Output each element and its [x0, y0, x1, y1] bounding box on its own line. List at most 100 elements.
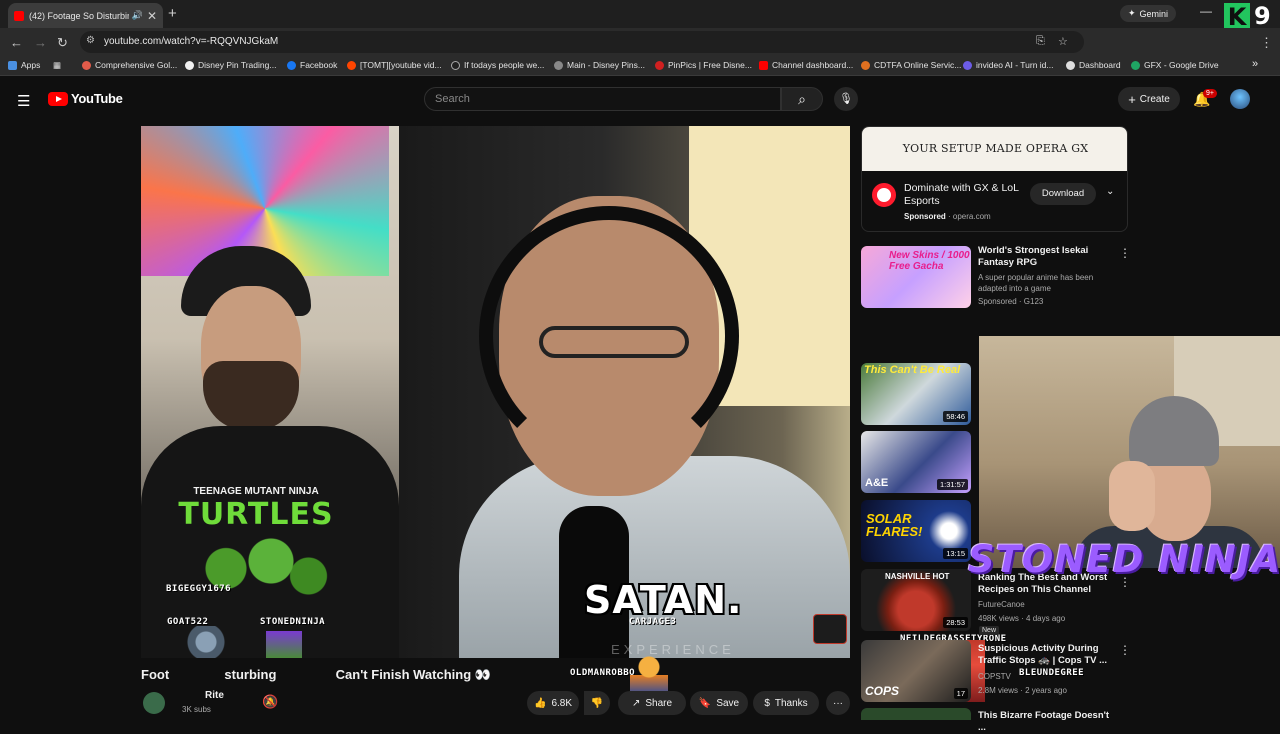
search-icon: ⌕: [798, 91, 806, 107]
notification-count-badge: 9+: [1203, 89, 1217, 98]
rec-stats: 498K views · 4 days ago: [978, 614, 1066, 623]
bookmark-item[interactable]: Channel dashboard...: [759, 60, 853, 70]
corner-logo-k: K: [1224, 3, 1250, 31]
channel-subscribers: 3K subs: [182, 705, 211, 714]
new-tab-button[interactable]: +: [168, 5, 177, 22]
subscribe-bell-icon[interactable]: 🔕: [262, 694, 278, 710]
search-input[interactable]: Search: [424, 87, 781, 111]
ad-title[interactable]: Dominate with GX & LoL Esports: [904, 182, 1034, 208]
account-avatar[interactable]: [1230, 89, 1250, 109]
thanks-button[interactable]: $ Thanks: [753, 691, 819, 715]
rec-thumbnail[interactable]: New Skins / 1000 Free Gacha: [861, 246, 971, 308]
glasses: [539, 326, 689, 358]
chat-overlay-name: CARJAGE3: [629, 617, 677, 627]
video-player[interactable]: TEENAGE MUTANT NINJA TURTLES SATAN. EXPER…: [141, 126, 850, 658]
reload-icon[interactable]: ↻: [57, 35, 68, 51]
pinterest-icon: [655, 60, 664, 70]
streamer-webcam: [979, 336, 1280, 568]
bookmark-item[interactable]: Dashboard: [1066, 60, 1121, 70]
forward-arrow-icon[interactable]: →: [34, 35, 47, 50]
rec-thumbnail[interactable]: SOLAR FLARES! 13:15: [861, 500, 971, 562]
rec-sponsor: Sponsored · G123: [978, 297, 1044, 306]
channel-name[interactable]: Rite: [205, 690, 224, 701]
sparkle-icon: ✦: [1128, 8, 1136, 18]
dislike-button[interactable]: 👎: [584, 691, 610, 715]
url-field[interactable]: ⚙ youtube.com/watch?v=-RQQVNJGkaM ⎘ ☆: [80, 31, 1084, 53]
bookmark-item[interactable]: Facebook: [287, 60, 337, 70]
chat-overlay-name: STONEDNINJA: [260, 617, 326, 627]
minimize-icon[interactable]: —: [1200, 4, 1212, 18]
create-button[interactable]: + Create: [1118, 87, 1180, 111]
rec-title[interactable]: Suspicious Activity During Traffic Stops…: [978, 643, 1113, 667]
bookmark-item[interactable]: invideo AI - Turn id...: [963, 60, 1053, 70]
voice-search-button[interactable]: 🎙: [834, 87, 858, 111]
more-horizontal-icon: ···: [833, 697, 843, 709]
video-duration: 58:46: [943, 411, 968, 422]
youtube-wordmark: YouTube: [71, 91, 123, 106]
share-button[interactable]: ↗ Share: [618, 691, 686, 715]
menu-icon[interactable]: ☰: [17, 92, 30, 110]
share-icon: ↗: [631, 697, 641, 709]
bookmark-favicon-icon: [963, 60, 972, 70]
video-duration: 1:31:57: [936, 479, 968, 490]
rec-thumbnail[interactable]: A&E 1:31:57: [861, 431, 971, 493]
bookmark-item[interactable]: PinPics | Free Disne...: [655, 60, 752, 70]
bookmark-item[interactable]: Main - Disney Pins...: [554, 60, 645, 70]
close-tab-icon[interactable]: ✕: [147, 9, 157, 23]
browser-menu-icon[interactable]: ⋮: [1260, 35, 1273, 51]
thumb-text: This Can't Be Real: [864, 364, 961, 376]
bookmark-item[interactable]: Comprehensive Gol...: [82, 60, 177, 70]
thumb-text: A&E: [865, 477, 889, 489]
more-bookmarks-icon[interactable]: »: [1252, 58, 1258, 70]
rec-thumbnail[interactable]: NASHVILLE HOT 28:53: [861, 569, 971, 631]
thumb-text: SOLAR FLARES!: [866, 511, 923, 539]
rec-thumbnail[interactable]: [861, 708, 971, 720]
like-button[interactable]: 👍 6.8K: [527, 691, 579, 715]
url-text: youtube.com/watch?v=-RQQVNJGkaM: [104, 36, 279, 47]
rec-thumbnail[interactable]: This Can't Be Real 58:46: [861, 363, 971, 425]
more-actions-button[interactable]: ···: [826, 691, 850, 715]
rec-channel[interactable]: FutureCanoe: [978, 599, 1118, 610]
more-vertical-icon[interactable]: ⋮: [1119, 246, 1131, 260]
bookmark-item[interactable]: GFX - Google Drive: [1131, 60, 1219, 70]
back-arrow-icon[interactable]: ←: [10, 35, 23, 50]
rec-title[interactable]: World's Strongest Isekai Fantasy RPG: [978, 245, 1113, 269]
streamer-name-overlay: STONED NINJA: [968, 538, 1280, 581]
site-info-icon[interactable]: ⚙: [86, 35, 95, 46]
search-button[interactable]: ⌕: [781, 87, 823, 111]
install-icon[interactable]: ⎘: [1036, 35, 1045, 48]
chevron-down-icon[interactable]: ⌄: [1106, 186, 1114, 197]
opera-gx-icon: [872, 183, 896, 207]
bookmark-item[interactable]: [TOMT][youtube vid...: [347, 60, 442, 70]
download-button[interactable]: Download: [1030, 183, 1096, 205]
sponsored-ad-card[interactable]: YOUR SETUP MADE OPERA GX Dominate with G…: [861, 126, 1128, 232]
bookmark-star-icon[interactable]: ☆: [1058, 35, 1068, 48]
speaker-icon[interactable]: 🔊: [132, 10, 143, 21]
more-vertical-icon[interactable]: ⋮: [1119, 643, 1131, 657]
bookmark-item[interactable]: If todays people we...: [451, 60, 544, 70]
rec-thumbnail[interactable]: COPS 17: [861, 640, 971, 702]
corner-logo-icon: [813, 614, 847, 644]
chat-overlay-name: BIGEGGY1676: [166, 584, 232, 594]
corner-logo-number: 9: [1254, 2, 1271, 30]
channel-avatar[interactable]: [143, 692, 165, 714]
bookmark-item[interactable]: Apps: [8, 60, 40, 70]
tiktok-icon: [451, 60, 460, 70]
speaker-beard: [203, 361, 299, 431]
bookmark-favicon-icon: [861, 60, 870, 70]
save-button[interactable]: 🔖 Save: [690, 691, 748, 715]
thumb-text: NASHVILLE HOT: [885, 572, 950, 581]
video-duration: 13:15: [943, 548, 968, 559]
browser-tab[interactable]: (42) Footage So Disturbing 🔊 ✕: [8, 3, 163, 28]
bookmark-item[interactable]: CDTFA Online Servic...: [861, 60, 961, 70]
bookmark-item[interactable]: Disney Pin Trading...: [185, 60, 276, 70]
rec-channel[interactable]: COPSTV: [978, 671, 1118, 682]
rec-description: A super popular anime has been adapted i…: [978, 273, 1094, 293]
gemini-button[interactable]: ✦ Gemini: [1120, 5, 1177, 22]
rec-title[interactable]: This Bizarre Footage Doesn't ...: [978, 710, 1113, 734]
youtube-logo[interactable]: YouTube: [48, 91, 123, 106]
apps-icon: [8, 60, 17, 70]
reddit-icon: [347, 60, 356, 70]
grid-icon[interactable]: ▦: [53, 60, 61, 71]
new-badge: New: [979, 626, 1000, 635]
